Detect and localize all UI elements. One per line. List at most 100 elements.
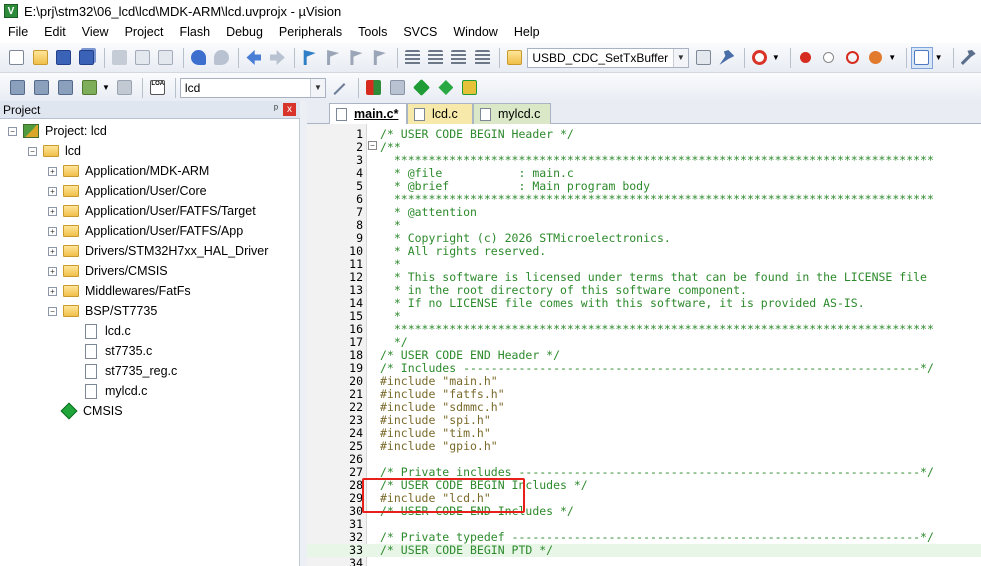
tab-main-c[interactable]: main.c* bbox=[329, 103, 407, 124]
debug-session-button[interactable] bbox=[749, 47, 770, 69]
uncomment-selection-button[interactable] bbox=[472, 47, 493, 69]
code-editor[interactable]: 1/* USER CODE BEGIN Header */2/** 3 *****… bbox=[307, 124, 981, 566]
collapse-icon[interactable]: − bbox=[48, 306, 57, 316]
batch-build-button[interactable] bbox=[78, 77, 100, 99]
stop-build-button[interactable] bbox=[114, 77, 136, 99]
pane-splitter[interactable] bbox=[300, 101, 307, 566]
code-line[interactable]: 1 /* USER CODE BEGIN Header */ bbox=[307, 128, 981, 141]
window-layout-button[interactable] bbox=[911, 46, 933, 69]
comment-selection-button[interactable] bbox=[448, 47, 469, 69]
menu-project[interactable]: Project bbox=[117, 22, 172, 42]
expand-icon[interactable]: + bbox=[48, 266, 57, 276]
software-packs-button[interactable] bbox=[459, 77, 481, 99]
rebuild-button[interactable] bbox=[54, 77, 76, 99]
configure-button[interactable] bbox=[958, 47, 979, 69]
menu-window[interactable]: Window bbox=[445, 22, 505, 42]
tree-file[interactable]: lcd.c bbox=[83, 321, 131, 341]
tree-file[interactable]: mylcd.c bbox=[83, 381, 147, 401]
new-file-button[interactable] bbox=[6, 47, 27, 69]
enable-breakpoint-button[interactable] bbox=[818, 47, 839, 69]
pack-installer-button[interactable] bbox=[435, 77, 457, 99]
navigate-back-button[interactable] bbox=[243, 47, 264, 69]
expand-icon[interactable]: + bbox=[48, 166, 57, 176]
menu-help[interactable]: Help bbox=[506, 22, 548, 42]
menu-tools[interactable]: Tools bbox=[350, 22, 395, 42]
expand-icon[interactable]: + bbox=[48, 186, 57, 196]
tree-cmsis[interactable]: CMSIS bbox=[60, 401, 123, 421]
code-line[interactable]: 30/* USER CODE END Includes */ bbox=[307, 505, 981, 518]
paste-button[interactable] bbox=[155, 47, 176, 69]
code-line[interactable]: 7 * @attention bbox=[307, 206, 981, 219]
menu-view[interactable]: View bbox=[74, 22, 117, 42]
select-packs-button[interactable] bbox=[387, 77, 409, 99]
collapse-icon[interactable]: − bbox=[28, 146, 37, 156]
previous-bookmark-button[interactable] bbox=[322, 47, 343, 69]
code-line[interactable]: 25 #include "gpio.h" bbox=[307, 440, 981, 453]
find-combo[interactable]: USBD_CDC_SetTxBuffer ▼ bbox=[527, 47, 689, 68]
incremental-find-button[interactable] bbox=[716, 47, 737, 69]
chevron-down-icon[interactable]: ▼ bbox=[102, 83, 110, 92]
tree-file[interactable]: st7735_reg.c bbox=[83, 361, 177, 381]
chevron-down-icon[interactable]: ▼ bbox=[772, 53, 780, 62]
disable-all-breakpoints-button[interactable] bbox=[842, 47, 863, 69]
find-button[interactable] bbox=[693, 47, 714, 69]
close-icon[interactable]: x bbox=[283, 103, 296, 116]
tree-group[interactable]: + Middlewares/FatFs bbox=[48, 281, 191, 301]
manage-rte-button[interactable] bbox=[411, 77, 433, 99]
tree-project-root[interactable]: − Project: lcd bbox=[8, 121, 107, 141]
cut-button[interactable] bbox=[108, 47, 129, 69]
menu-debug[interactable]: Debug bbox=[218, 22, 271, 42]
pin-icon[interactable]: ᵖ bbox=[274, 103, 278, 115]
kill-all-breakpoints-button[interactable] bbox=[865, 47, 886, 69]
code-line[interactable]: 16 *************************************… bbox=[307, 323, 981, 336]
unindent-button[interactable] bbox=[425, 47, 446, 69]
fold-collapse-icon[interactable]: − bbox=[368, 141, 377, 150]
find-in-files-button[interactable] bbox=[504, 47, 525, 69]
tree-group[interactable]: + Application/MDK-ARM bbox=[48, 161, 209, 181]
indent-button[interactable] bbox=[401, 47, 422, 69]
tree-group[interactable]: − BSP/ST7735 bbox=[48, 301, 157, 321]
undo-button[interactable] bbox=[188, 47, 209, 69]
code-line[interactable]: 10 * All rights reserved. bbox=[307, 245, 981, 258]
tree-group[interactable]: + Application/User/FATFS/Target bbox=[48, 201, 256, 221]
target-options-button[interactable] bbox=[330, 77, 352, 99]
open-file-button[interactable] bbox=[29, 47, 50, 69]
collapse-icon[interactable]: − bbox=[8, 126, 17, 136]
target-select[interactable]: lcd ▼ bbox=[179, 77, 326, 98]
tree-file[interactable]: st7735.c bbox=[83, 341, 152, 361]
tree-group[interactable]: + Application/User/Core bbox=[48, 181, 207, 201]
redo-button[interactable] bbox=[211, 47, 232, 69]
tree-group[interactable]: + Application/User/FATFS/App bbox=[48, 221, 243, 241]
tree-group[interactable]: + Drivers/STM32H7xx_HAL_Driver bbox=[48, 241, 268, 261]
menu-edit[interactable]: Edit bbox=[36, 22, 74, 42]
download-button[interactable]: LOAD bbox=[147, 77, 169, 99]
expand-icon[interactable]: + bbox=[48, 226, 57, 236]
code-line[interactable]: 34 bbox=[307, 557, 981, 566]
menu-file[interactable]: File bbox=[0, 22, 36, 42]
menu-svcs[interactable]: SVCS bbox=[395, 22, 445, 42]
menu-peripherals[interactable]: Peripherals bbox=[271, 22, 350, 42]
chevron-down-icon[interactable]: ▼ bbox=[309, 78, 325, 97]
save-all-button[interactable] bbox=[76, 47, 97, 69]
clear-bookmarks-button[interactable] bbox=[369, 47, 390, 69]
code-line[interactable]: 14 * If no LICENSE file comes with this … bbox=[307, 297, 981, 310]
next-bookmark-button[interactable] bbox=[346, 47, 367, 69]
save-button[interactable] bbox=[53, 47, 74, 69]
expand-icon[interactable]: + bbox=[48, 246, 57, 256]
menu-flash[interactable]: Flash bbox=[171, 22, 218, 42]
navigate-forward-button[interactable] bbox=[267, 47, 288, 69]
insert-breakpoint-button[interactable] bbox=[795, 47, 816, 69]
insert-bookmark-button[interactable] bbox=[299, 47, 320, 69]
tab-mylcd-c[interactable]: mylcd.c bbox=[473, 103, 551, 124]
tree-group[interactable]: + Drivers/CMSIS bbox=[48, 261, 168, 281]
code-line[interactable]: 33/* USER CODE BEGIN PTD */ bbox=[307, 544, 981, 557]
chevron-down-icon[interactable]: ▼ bbox=[672, 48, 688, 67]
manage-project-items-button[interactable] bbox=[363, 77, 385, 99]
build-button[interactable] bbox=[30, 77, 52, 99]
translate-button[interactable] bbox=[6, 77, 28, 99]
chevron-down-icon[interactable]: ▼ bbox=[888, 53, 896, 62]
chevron-down-icon[interactable]: ▼ bbox=[935, 53, 943, 62]
copy-button[interactable] bbox=[132, 47, 153, 69]
expand-icon[interactable]: + bbox=[48, 286, 57, 296]
tab-lcd-c[interactable]: lcd.c bbox=[407, 103, 473, 124]
